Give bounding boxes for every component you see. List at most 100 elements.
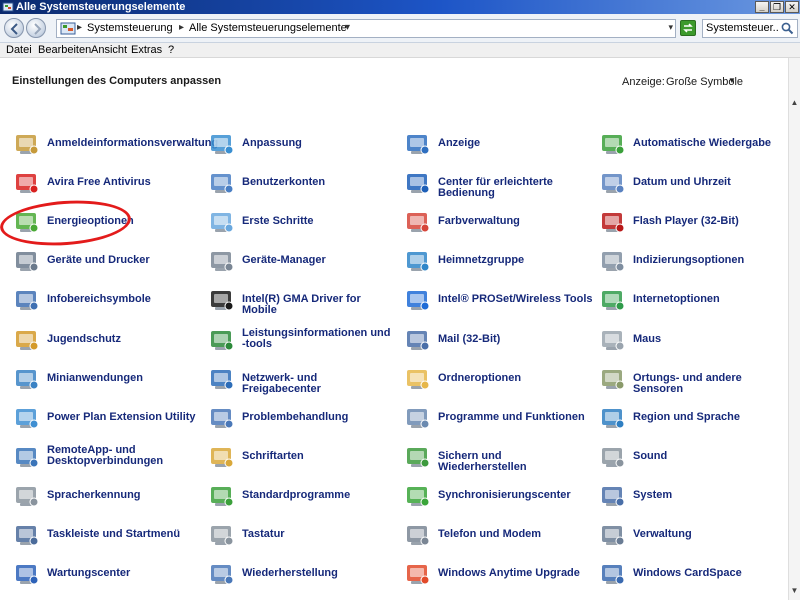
control-panel-item[interactable]: Standardprogramme <box>209 483 399 517</box>
control-panel-item[interactable]: Power Plan Extension Utility <box>14 405 204 439</box>
control-panel-item[interactable]: Intel(R) GMA Driver for Mobile <box>209 287 399 321</box>
control-panel-item-label[interactable]: Avira Free Antivirus <box>47 177 202 188</box>
control-panel-item[interactable]: Wartungscenter <box>14 561 204 595</box>
control-panel-item-label[interactable]: Erste Schritte <box>242 216 397 227</box>
control-panel-item[interactable]: Avira Free Antivirus <box>14 170 204 204</box>
control-panel-item-label[interactable]: Internetoptionen <box>633 294 788 305</box>
control-panel-item[interactable]: Farbverwaltung <box>405 209 595 243</box>
control-panel-item-label[interactable]: Standardprogramme <box>242 489 397 501</box>
control-panel-item-label[interactable]: Synchronisierungscenter <box>438 489 593 501</box>
control-panel-item[interactable]: Sound <box>600 444 790 478</box>
control-panel-item-label[interactable]: Maus <box>633 333 788 345</box>
control-panel-item[interactable]: Windows CardSpace <box>600 561 790 595</box>
address-history-dropdown[interactable]: ▾ <box>668 22 673 33</box>
search-icon[interactable] <box>781 22 794 35</box>
control-panel-item-label[interactable]: Jugendschutz <box>47 333 202 345</box>
control-panel-item-label[interactable]: Anpassung <box>242 138 397 149</box>
control-panel-item[interactable]: Tastatur <box>209 522 399 556</box>
control-panel-item[interactable]: Problembehandlung <box>209 405 399 439</box>
control-panel-item[interactable]: Jugendschutz <box>14 327 204 361</box>
control-panel-item[interactable]: Wiederherstellung <box>209 561 399 595</box>
control-panel-item[interactable]: Spracherkennung <box>14 483 204 517</box>
control-panel-item[interactable]: Geräte und Drucker <box>14 248 204 282</box>
menu-view[interactable]: Ansicht <box>91 44 127 57</box>
control-panel-item[interactable]: Synchronisierungscenter <box>405 483 595 517</box>
control-panel-item[interactable]: Minianwendungen <box>14 366 204 400</box>
control-panel-item[interactable]: Intel® PROSet/Wireless Tools <box>405 287 595 321</box>
control-panel-item[interactable]: Programme und Funktionen <box>405 405 595 439</box>
control-panel-item-label[interactable]: Telefon und Modem <box>438 529 593 540</box>
control-panel-item[interactable]: Flash Player (32-Bit) <box>600 209 790 243</box>
control-panel-item-label[interactable]: Geräte und Drucker <box>47 255 202 266</box>
search-box[interactable] <box>702 19 798 38</box>
control-panel-item[interactable]: Taskleiste und Startmenü <box>14 522 204 556</box>
control-panel-item-label[interactable]: Ordneroptionen <box>438 372 593 384</box>
breadcrumb-dropdown[interactable]: ▾ <box>345 22 350 33</box>
control-panel-item[interactable]: Maus <box>600 327 790 361</box>
control-panel-item-label[interactable]: Power Plan Extension Utility <box>47 411 202 423</box>
address-field[interactable]: ▸ Systemsteuerung ▸ Alle Systemsteuerung… <box>56 19 676 38</box>
control-panel-item[interactable]: Anmeldeinformationsverwaltung <box>14 131 218 165</box>
minimize-button[interactable]: _ <box>755 1 769 13</box>
menu-tools[interactable]: Extras <box>131 44 162 57</box>
control-panel-item-label[interactable]: System <box>633 489 788 501</box>
control-panel-item-label[interactable]: Wiederherstellung <box>242 568 397 579</box>
control-panel-item[interactable]: Energieoptionen <box>14 209 204 243</box>
control-panel-item[interactable]: Internetoptionen <box>600 287 790 321</box>
forward-button[interactable] <box>26 18 46 38</box>
control-panel-item[interactable]: Ordneroptionen <box>405 366 595 400</box>
control-panel-item[interactable]: Datum und Uhrzeit <box>600 170 790 204</box>
control-panel-item[interactable]: Indizierungsoptionen <box>600 248 790 282</box>
control-panel-item[interactable]: Mail (32-Bit) <box>405 327 595 361</box>
control-panel-item-label[interactable]: Taskleiste und Startmenü <box>47 529 202 540</box>
control-panel-item[interactable]: Benutzerkonten <box>209 170 399 204</box>
search-input[interactable] <box>706 22 778 34</box>
maximize-button[interactable]: ❐ <box>770 1 784 13</box>
vertical-scrollbar[interactable]: ▲ ▼ <box>788 58 800 600</box>
control-panel-item-label[interactable]: Ortungs- und andere Sensoren <box>633 372 788 395</box>
scroll-up-button[interactable]: ▲ <box>789 98 800 110</box>
control-panel-item-label[interactable]: Spracherkennung <box>47 489 202 501</box>
control-panel-item-label[interactable]: Sound <box>633 450 788 462</box>
control-panel-item-label[interactable]: Region und Sprache <box>633 411 788 423</box>
close-button[interactable]: ✕ <box>785 1 799 13</box>
control-panel-item[interactable]: Ortungs- und andere Sensoren <box>600 366 790 400</box>
control-panel-item-label[interactable]: Anzeige <box>438 138 593 149</box>
control-panel-item[interactable]: Verwaltung <box>600 522 790 556</box>
control-panel-item[interactable]: Region und Sprache <box>600 405 790 439</box>
breadcrumb-control-panel[interactable]: Systemsteuerung <box>87 22 173 34</box>
breadcrumb-all-items[interactable]: Alle Systemsteuerungselemente <box>189 22 347 34</box>
control-panel-item-label[interactable]: Farbverwaltung <box>438 216 593 227</box>
menu-edit[interactable]: Bearbeiten <box>38 44 91 57</box>
control-panel-item-label[interactable]: RemoteApp- und Desktopverbindungen <box>47 444 202 467</box>
control-panel-item-label[interactable]: Indizierungsoptionen <box>633 255 788 266</box>
control-panel-item-label[interactable]: Windows Anytime Upgrade <box>438 568 593 579</box>
control-panel-item-label[interactable]: Programme und Funktionen <box>438 411 593 423</box>
control-panel-item[interactable]: Telefon und Modem <box>405 522 595 556</box>
control-panel-item-label[interactable]: Geräte-Manager <box>242 255 397 266</box>
control-panel-item-label[interactable]: Center für erleichterte Bedienung <box>438 177 593 199</box>
control-panel-item-label[interactable]: Mail (32-Bit) <box>438 333 593 345</box>
control-panel-item[interactable]: Infobereichsymbole <box>14 287 204 321</box>
control-panel-item-label[interactable]: Intel® PROSet/Wireless Tools <box>438 294 593 305</box>
control-panel-item-label[interactable]: Anmeldeinformationsverwaltung <box>47 138 218 149</box>
control-panel-item-label[interactable]: Intel(R) GMA Driver for Mobile <box>242 294 397 316</box>
control-panel-item[interactable]: Schriftarten <box>209 444 399 478</box>
control-panel-item[interactable]: RemoteApp- und Desktopverbindungen <box>14 444 204 478</box>
control-panel-item-label[interactable]: Tastatur <box>242 529 397 540</box>
control-panel-item-label[interactable]: Datum und Uhrzeit <box>633 177 788 188</box>
control-panel-item-label[interactable]: Benutzerkonten <box>242 177 397 188</box>
control-panel-item-label[interactable]: Schriftarten <box>242 450 397 462</box>
menu-help[interactable]: ? <box>168 44 174 57</box>
control-panel-item-label[interactable]: Infobereichsymbole <box>47 294 202 305</box>
control-panel-item-label[interactable]: Minianwendungen <box>47 372 202 384</box>
control-panel-item[interactable]: Heimnetzgruppe <box>405 248 595 282</box>
control-panel-item-label[interactable]: Verwaltung <box>633 529 788 540</box>
control-panel-item[interactable]: Windows Anytime Upgrade <box>405 561 595 595</box>
back-button[interactable] <box>4 18 24 38</box>
control-panel-item[interactable]: Leistungsinformationen und -tools <box>209 327 399 361</box>
scroll-down-button[interactable]: ▼ <box>789 586 800 598</box>
control-panel-item-label[interactable]: Windows CardSpace <box>633 568 788 579</box>
control-panel-item-label[interactable]: Automatische Wiedergabe <box>633 138 788 149</box>
menu-file[interactable]: Datei <box>6 44 32 57</box>
